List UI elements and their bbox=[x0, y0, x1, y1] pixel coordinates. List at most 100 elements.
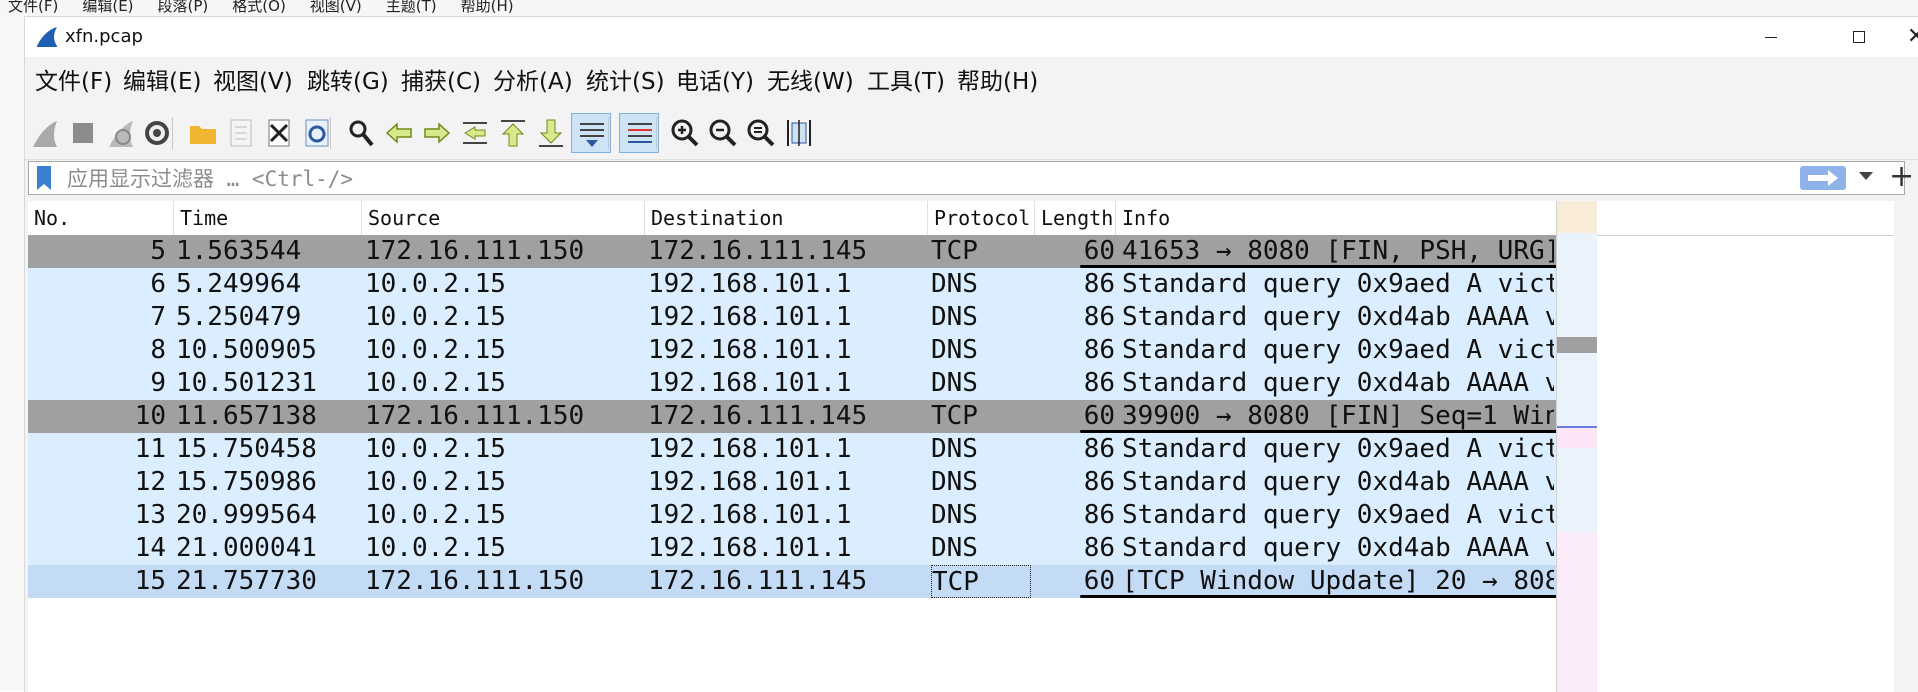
cell-no: 14 bbox=[134, 533, 166, 563]
column-header-info[interactable]: Info bbox=[1116, 201, 1556, 235]
table-row[interactable]: 14 21.000041 10.0.2.15 192.168.101.1 DNS 86 St… bbox=[28, 532, 1556, 565]
column-header-destination[interactable]: Destination bbox=[645, 201, 928, 235]
table-row[interactable]: 6 5.249964 10.0.2.15 192.168.101.1 DNS 86 Stan… bbox=[28, 268, 1556, 301]
resize-columns-button[interactable] bbox=[779, 113, 819, 153]
background-menu-item: 格式(O) bbox=[232, 0, 286, 15]
cell-length: 86 bbox=[1083, 434, 1115, 464]
cell-destination: 172.16.111.145 bbox=[648, 401, 868, 431]
column-header-time[interactable]: Time bbox=[174, 201, 362, 235]
cell-source: 10.0.2.15 bbox=[365, 500, 506, 530]
find-packet-button[interactable] bbox=[341, 113, 381, 153]
cell-time: 15.750986 bbox=[176, 467, 317, 497]
table-row[interactable]: 9 10.501231 10.0.2.15 192.168.101.1 DNS 86 Sta… bbox=[28, 367, 1556, 400]
background-menu-item: 段落(P) bbox=[157, 0, 209, 15]
display-filter-bar bbox=[28, 161, 1905, 195]
table-row[interactable]: 13 20.999564 10.0.2.15 192.168.101.1 DNS 86 St… bbox=[28, 499, 1556, 532]
menu-telephony[interactable]: 电话(Y) bbox=[676, 67, 754, 97]
save-file-button[interactable] bbox=[221, 113, 261, 153]
cell-length: 86 bbox=[1083, 467, 1115, 497]
table-row[interactable]: 10 11.657138 172.16.111.150 172.16.111.145 T… bbox=[28, 400, 1560, 433]
start-capture-button[interactable] bbox=[25, 113, 65, 153]
cell-destination: 192.168.101.1 bbox=[648, 434, 852, 464]
cell-info: 41653 → 8080 [FIN, PSH, URG] Seq= bbox=[1122, 236, 1554, 266]
minimap-mark bbox=[1557, 201, 1597, 233]
cell-source: 10.0.2.15 bbox=[365, 434, 506, 464]
restart-capture-button[interactable] bbox=[101, 113, 141, 153]
colorize-button[interactable] bbox=[619, 113, 659, 153]
maximize-button[interactable] bbox=[1831, 23, 1891, 51]
go-to-packet-icon bbox=[463, 122, 487, 144]
cell-source: 10.0.2.15 bbox=[365, 335, 506, 365]
menu-capture[interactable]: 捕获(C) bbox=[401, 67, 481, 97]
cell-length: 86 bbox=[1083, 500, 1115, 530]
menu-help[interactable]: 帮助(H) bbox=[957, 67, 1038, 97]
table-row[interactable]: 7 5.250479 10.0.2.15 192.168.101.1 DNS 86 Stan… bbox=[28, 301, 1556, 334]
cell-protocol: DNS bbox=[931, 335, 978, 365]
go-first-button[interactable] bbox=[493, 113, 533, 153]
zoom-in-button[interactable] bbox=[665, 113, 705, 153]
go-last-button[interactable] bbox=[531, 113, 571, 153]
filter-history-dropdown[interactable] bbox=[1859, 172, 1873, 180]
capture-options-icon bbox=[145, 121, 169, 145]
zoom-normal-button[interactable] bbox=[741, 113, 781, 153]
close-button[interactable]: ✕ bbox=[1895, 23, 1918, 51]
go-forward-button[interactable] bbox=[417, 113, 457, 153]
reload-button[interactable] bbox=[297, 113, 337, 153]
cell-no: 6 bbox=[150, 269, 166, 299]
zoom-normal-icon bbox=[747, 119, 775, 147]
cell-info: Standard query 0xd4ab AAAA victim bbox=[1122, 302, 1554, 332]
column-header-protocol[interactable]: Protocol bbox=[928, 201, 1035, 235]
go-to-packet-button[interactable] bbox=[455, 113, 495, 153]
cell-destination: 192.168.101.1 bbox=[648, 368, 852, 398]
cell-protocol: DNS bbox=[931, 467, 978, 497]
menu-analyze[interactable]: 分析(A) bbox=[493, 67, 573, 97]
open-file-button[interactable] bbox=[183, 113, 223, 153]
cell-length: 60 bbox=[1083, 566, 1115, 596]
go-back-button[interactable] bbox=[379, 113, 419, 153]
stop-capture-button[interactable] bbox=[63, 113, 103, 153]
cell-no: 5 bbox=[150, 236, 166, 266]
column-header-length[interactable]: Length bbox=[1035, 201, 1116, 235]
cell-time: 5.250479 bbox=[176, 302, 302, 332]
cell-length: 60 bbox=[1083, 401, 1115, 431]
menu-edit[interactable]: 编辑(E) bbox=[123, 67, 201, 97]
packet-list: No. Time Source Destination Protocol Len… bbox=[28, 201, 1894, 692]
open-file-icon bbox=[190, 126, 216, 144]
autoscroll-button[interactable] bbox=[571, 113, 611, 153]
menu-file[interactable]: 文件(F) bbox=[35, 67, 112, 97]
menu-view[interactable]: 视图(V) bbox=[213, 67, 293, 97]
toolbar-separator bbox=[656, 117, 657, 149]
go-first-icon bbox=[501, 120, 525, 147]
add-filter-button[interactable]: + bbox=[1889, 157, 1914, 197]
menu-statistics[interactable]: 统计(S) bbox=[586, 67, 665, 97]
table-row-selected[interactable]: 15 21.757730 172.16.111.150 172.16.111.145 T… bbox=[28, 565, 1580, 598]
cell-protocol: DNS bbox=[931, 500, 978, 530]
column-header-source[interactable]: Source bbox=[362, 201, 645, 235]
resize-columns-icon bbox=[787, 120, 811, 146]
cell-length: 86 bbox=[1083, 302, 1115, 332]
column-header-no[interactable]: No. bbox=[28, 201, 174, 235]
close-file-button[interactable] bbox=[259, 113, 299, 153]
minimize-button[interactable] bbox=[1741, 23, 1801, 51]
background-app-menu: 文件(F) 编辑(E) 段落(P) 格式(O) 视图(V) 主题(T) 帮助(H) bbox=[0, 0, 1918, 16]
capture-options-button[interactable] bbox=[137, 113, 177, 153]
packet-list-header: No. Time Source Destination Protocol Len… bbox=[28, 201, 1894, 236]
cell-time: 10.500905 bbox=[176, 335, 317, 365]
cell-no: 13 bbox=[134, 500, 166, 530]
menu-wireless[interactable]: 无线(W) bbox=[767, 67, 854, 97]
zoom-out-button[interactable] bbox=[703, 113, 743, 153]
cell-destination: 192.168.101.1 bbox=[648, 302, 852, 332]
display-filter-input[interactable] bbox=[65, 164, 1809, 194]
menu-tools[interactable]: 工具(T) bbox=[867, 67, 945, 97]
menu-go[interactable]: 跳转(G) bbox=[307, 67, 389, 97]
bookmark-icon[interactable] bbox=[37, 166, 51, 190]
cell-destination: 192.168.101.1 bbox=[648, 533, 852, 563]
background-menu-item: 文件(F) bbox=[8, 0, 59, 15]
cell-source: 10.0.2.15 bbox=[365, 467, 506, 497]
packet-minimap[interactable] bbox=[1556, 201, 1597, 692]
table-row[interactable]: 8 10.500905 10.0.2.15 192.168.101.1 DNS 86 Sta… bbox=[28, 334, 1556, 367]
apply-filter-button[interactable] bbox=[1800, 166, 1846, 190]
table-row[interactable]: 12 15.750986 10.0.2.15 192.168.101.1 DNS 86 St… bbox=[28, 466, 1556, 499]
table-row[interactable]: 11 15.750458 10.0.2.15 192.168.101.1 DNS 86 St… bbox=[28, 433, 1556, 466]
table-row[interactable]: 5 1.563544 172.16.111.150 172.16.111.145 TCP… bbox=[28, 235, 1570, 268]
